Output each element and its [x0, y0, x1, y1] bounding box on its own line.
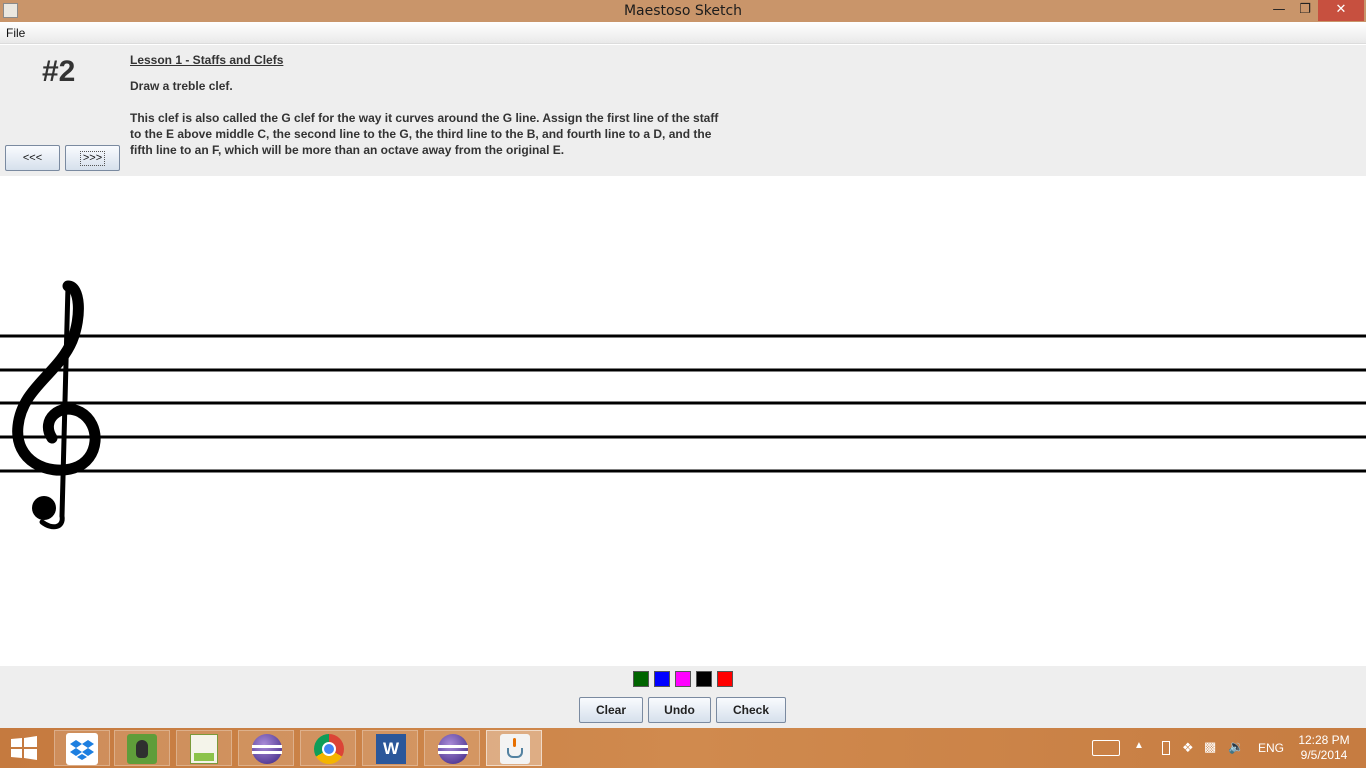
taskbar-dropbox[interactable] [54, 730, 110, 766]
color-swatch-green[interactable] [633, 671, 649, 687]
menu-file[interactable]: File [6, 26, 25, 40]
taskbar-evernote[interactable] [114, 730, 170, 766]
close-button[interactable]: ✕ [1318, 0, 1364, 21]
taskbar: W ▲ ❖ ▩ 🔉 ENG 12:28 PM 9/5/2014 [0, 728, 1366, 768]
lesson-number: #2 [42, 55, 76, 88]
windows-logo-icon [11, 736, 37, 760]
previous-lesson-button[interactable]: <<< [5, 145, 60, 171]
window-title: Maestoso Sketch [623, 3, 743, 19]
menu-bar: File [0, 22, 1366, 44]
java-icon [500, 734, 530, 764]
minimize-button[interactable]: — [1266, 0, 1292, 21]
windows-start-button[interactable] [10, 736, 38, 760]
eclipse-icon [438, 734, 468, 764]
treble-clef-tail-dot [32, 496, 56, 520]
check-button[interactable]: Check [716, 697, 786, 723]
clear-button[interactable]: Clear [579, 697, 643, 723]
taskbar-java[interactable] [486, 730, 542, 766]
next-lesson-button[interactable]: >>> [65, 145, 120, 171]
restore-icon: ❐ [1299, 2, 1311, 17]
lesson-instruction: Draw a treble clef. [130, 79, 233, 93]
lesson-description: This clef is also called the G clef for … [130, 111, 719, 157]
clock-date: 9/5/2014 [1300, 748, 1348, 762]
lesson-heading: Lesson 1 - Staffs and Clefs [130, 53, 284, 67]
taskbar-eclipse[interactable] [238, 730, 294, 766]
language-indicator[interactable]: ENG [1258, 741, 1284, 781]
battery-icon[interactable] [1162, 741, 1170, 755]
next-lesson-label: >>> [79, 151, 106, 166]
dropbox-tray-icon[interactable]: ❖ [1182, 740, 1194, 780]
evernote-icon [127, 734, 157, 764]
minimize-icon: — [1272, 2, 1286, 17]
close-icon: ✕ [1335, 2, 1347, 17]
network-icon[interactable]: ▩ [1204, 739, 1216, 779]
dropbox-icon [66, 733, 98, 765]
bottom-panel: Clear Undo Check [0, 666, 1366, 728]
color-swatch-red[interactable] [717, 671, 733, 687]
undo-button[interactable]: Undo [648, 697, 711, 723]
color-swatch-magenta[interactable] [675, 671, 691, 687]
clock-time: 12:28 PM [1298, 733, 1350, 747]
eclipse-icon [252, 734, 282, 764]
chrome-icon [314, 734, 344, 764]
taskbar-notepad-plus-plus[interactable] [176, 730, 232, 766]
staff-svg [0, 280, 1366, 530]
keyboard-icon[interactable] [1092, 740, 1120, 756]
color-swatch-black[interactable] [696, 671, 712, 687]
color-swatch-blue[interactable] [654, 671, 670, 687]
taskbar-chrome[interactable] [300, 730, 356, 766]
taskbar-eclipse-2[interactable] [424, 730, 480, 766]
word-icon: W [376, 734, 406, 764]
volume-icon[interactable]: 🔉 [1228, 739, 1244, 779]
title-bar: Maestoso Sketch — ❐ ✕ [0, 0, 1366, 22]
notepad-plus-plus-icon [190, 734, 218, 764]
drawing-canvas[interactable] [0, 176, 1366, 666]
restore-button[interactable]: ❐ [1292, 0, 1318, 21]
taskbar-word[interactable]: W [362, 730, 418, 766]
show-hidden-icons-icon[interactable]: ▲ [1134, 740, 1144, 780]
clock[interactable]: 12:28 PM 9/5/2014 [1292, 733, 1356, 773]
lesson-panel: #2 <<< >>> Lesson 1 - Staffs and Clefs D… [0, 45, 1366, 176]
treble-clef-icon [12, 280, 101, 530]
